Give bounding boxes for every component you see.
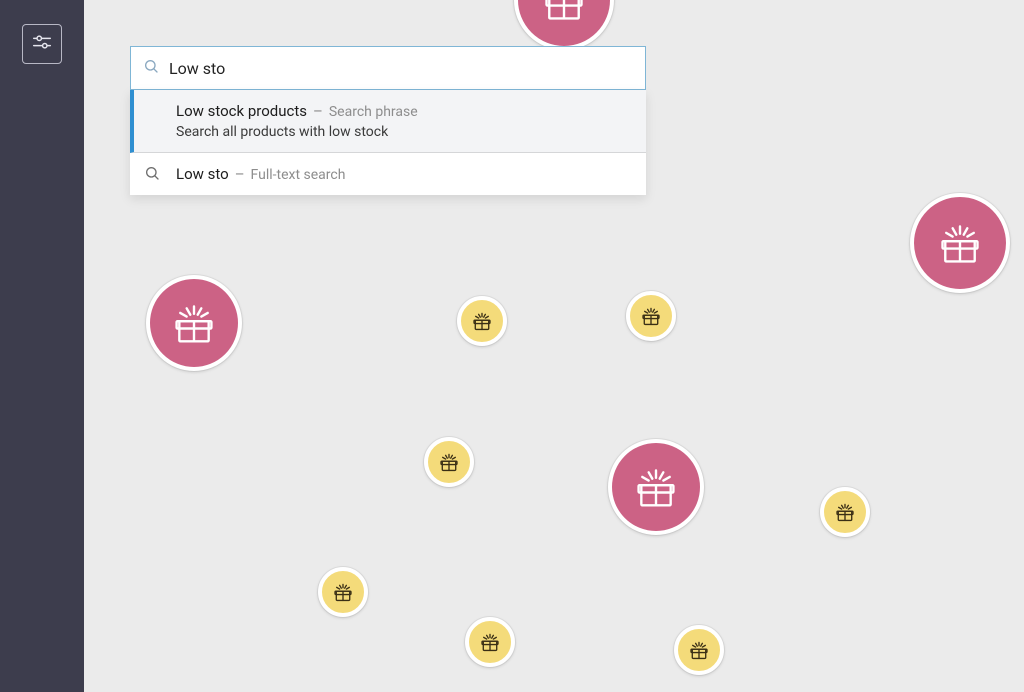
product-node[interactable]	[318, 567, 368, 617]
product-node[interactable]	[674, 625, 724, 675]
gift-icon	[428, 437, 470, 487]
search-overlay: Low stock products–Search phraseSearch a…	[130, 46, 646, 195]
product-node[interactable]	[608, 439, 704, 535]
filter-toggle-button[interactable]	[22, 24, 62, 64]
suggestion-title: Low sto	[176, 165, 229, 183]
canvas-area[interactable]: Low stock products–Search phraseSearch a…	[84, 0, 1024, 692]
gift-icon	[469, 617, 511, 667]
sliders-icon	[31, 31, 53, 57]
product-node[interactable]	[514, 0, 614, 50]
gift-icon	[630, 291, 672, 341]
suggestion-title: Low stock products	[176, 102, 307, 120]
gift-icon	[612, 439, 700, 535]
search-input[interactable]	[169, 59, 633, 78]
gift-icon	[914, 193, 1006, 293]
product-node[interactable]	[465, 617, 515, 667]
product-node[interactable]	[424, 437, 474, 487]
gift-icon	[461, 296, 503, 346]
product-node[interactable]	[910, 193, 1010, 293]
product-node[interactable]	[626, 291, 676, 341]
product-node[interactable]	[457, 296, 507, 346]
search-input-row[interactable]	[130, 46, 646, 90]
gift-icon	[150, 275, 238, 371]
gift-icon	[518, 0, 610, 50]
gift-icon	[322, 567, 364, 617]
product-node[interactable]	[146, 275, 242, 371]
gift-icon	[678, 625, 720, 675]
search-icon	[144, 165, 160, 185]
search-suggestion[interactable]: Low sto–Full-text search	[130, 153, 646, 195]
sidebar	[0, 0, 84, 692]
suggestion-type: Search phrase	[329, 104, 418, 120]
search-icon	[143, 58, 159, 78]
gift-icon	[824, 487, 866, 537]
search-suggestion[interactable]: Low stock products–Search phraseSearch a…	[130, 90, 646, 153]
product-node[interactable]	[820, 487, 870, 537]
suggestion-type: Full-text search	[251, 167, 346, 183]
suggestion-desc: Search all products with low stock	[176, 124, 634, 140]
search-suggestions-panel: Low stock products–Search phraseSearch a…	[130, 90, 646, 195]
